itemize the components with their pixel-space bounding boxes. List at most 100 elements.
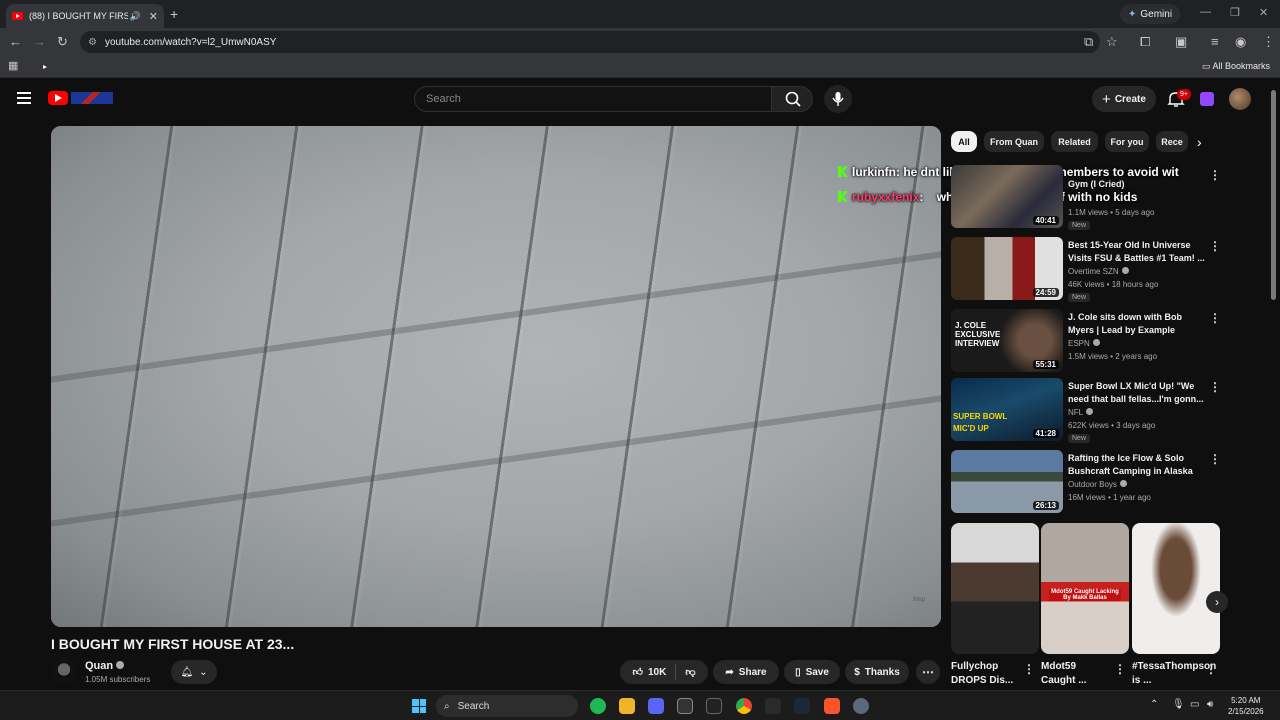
short-title[interactable]: Mdot59 Caught ... [1041, 660, 1111, 688]
close-tab-icon[interactable]: ✕ [149, 10, 158, 23]
file-explorer-icon[interactable] [619, 698, 635, 714]
back-arrow-icon[interactable]: ← [9, 34, 22, 49]
recommendation-title[interactable]: Super Bowl LX Mic'd Up! "We need that ba… [1068, 380, 1206, 406]
gemini-button[interactable]: ✦ Gemini [1120, 4, 1181, 24]
recommendation-title[interactable]: Gym (I Cried) [1068, 178, 1206, 191]
network-icon[interactable]: ▭ [1190, 699, 1199, 710]
chrome-icon[interactable] [736, 698, 752, 714]
steam-icon[interactable] [794, 698, 810, 714]
speaker-icon[interactable]: 🔊 [130, 11, 141, 22]
volume-icon[interactable]: 🔊︎ [1207, 699, 1213, 710]
video-thumbnail[interactable]: J. COLE EXCLUSIVE INTERVIEW 55:31 [951, 309, 1063, 372]
apps-grid-icon[interactable]: ▦ [8, 59, 18, 72]
minimize-window-button[interactable]: — [1200, 6, 1211, 18]
recommendation-channel[interactable]: ESPN [1068, 339, 1100, 348]
extension-badge-icon[interactable] [1200, 92, 1214, 106]
extensions-icon[interactable]: ⧠ [1140, 34, 1150, 50]
more-vertical-icon[interactable]: ⋮ [1209, 452, 1221, 466]
short-thumbnail[interactable]: Mdot59 Caught Lacking By Makk Ballas [1041, 523, 1129, 654]
discord-icon[interactable] [648, 698, 664, 714]
thumbs-up-icon[interactable]: 👍︎ [633, 666, 643, 678]
save-button[interactable]: ▯ Save [784, 660, 840, 684]
install-app-icon[interactable]: ⧉ [1084, 34, 1093, 50]
settings-gear-icon[interactable] [853, 698, 869, 714]
microphone-icon[interactable]: 🎙︎ [1172, 699, 1185, 710]
short-title[interactable]: Fullychop DROPS Dis... [951, 660, 1021, 688]
search-button[interactable] [771, 86, 813, 112]
recommendation-channel[interactable]: Overtime SZN [1068, 267, 1129, 276]
hamburger-menu-icon[interactable] [17, 92, 31, 104]
windows-start-icon[interactable] [412, 699, 426, 713]
more-vertical-icon[interactable]: ⋮ [1114, 662, 1126, 676]
youtube-logo[interactable] [48, 91, 68, 105]
doodle-logo[interactable] [71, 92, 113, 104]
recommendation-title[interactable]: Rafting the Ice Flow & Solo Bushcraft Ca… [1068, 452, 1206, 478]
share-button[interactable]: ➦ Share [713, 660, 779, 684]
recommendation-title[interactable]: J. Cole sits down with Bob Myers | Lead … [1068, 311, 1206, 337]
account-avatar[interactable] [1229, 88, 1251, 110]
short-thumbnail[interactable] [951, 523, 1039, 654]
chip-all[interactable]: All [951, 131, 977, 152]
chip-from-quan[interactable]: From Quan [984, 131, 1044, 152]
maximize-window-button[interactable]: ❐ [1230, 6, 1240, 19]
side-panel-icon[interactable]: ▣ [1175, 34, 1187, 50]
recommendation-item[interactable]: 24:59 Best 15-Year Old In Universe Visit… [951, 237, 1226, 303]
address-bar[interactable]: ⚙ youtube.com/watch?v=l2_UmwN0ASY [80, 31, 1100, 53]
close-window-button[interactable]: ✕ [1259, 6, 1268, 19]
short-title[interactable]: #TessaThompson is ... [1132, 660, 1216, 688]
reload-icon[interactable]: ↻ [57, 34, 68, 50]
more-vertical-icon[interactable]: ⋮ [1209, 168, 1221, 182]
site-info-icon[interactable]: ⚙ [88, 37, 97, 48]
video-thumbnail[interactable]: 24:59 [951, 237, 1063, 300]
forward-arrow-icon[interactable]: → [33, 34, 46, 49]
thumbs-down-icon[interactable]: 👎︎ [685, 666, 695, 678]
more-vertical-icon[interactable]: ⋮ [1209, 311, 1221, 325]
system-clock[interactable]: 5:20 AM 2/15/2026 [1228, 695, 1264, 717]
more-vertical-icon[interactable]: ⋮ [1209, 380, 1221, 394]
app-icon[interactable] [677, 698, 693, 714]
profile-icon[interactable]: ◉ [1235, 34, 1246, 50]
video-thumbnail[interactable]: SUPER BOWL MIC'D UP 41:28 [951, 378, 1063, 441]
search-input[interactable]: Search [414, 86, 772, 112]
video-thumbnail[interactable]: 40:41 [951, 165, 1063, 228]
like-count[interactable]: 10K [648, 667, 666, 678]
epic-games-icon[interactable] [706, 698, 722, 714]
recommendation-item[interactable]: 26:13 Rafting the Ice Flow & Solo Bushcr… [951, 450, 1226, 516]
more-vertical-icon[interactable]: ⋮ [1205, 662, 1217, 676]
recommendation-channel[interactable]: Outdoor Boys [1068, 480, 1127, 489]
create-button[interactable]: + Create [1092, 86, 1156, 112]
recommendation-item[interactable]: J. COLE EXCLUSIVE INTERVIEW 55:31 J. Col… [951, 309, 1226, 375]
recommendation-title[interactable]: Best 15-Year Old In Universe Visits FSU … [1068, 239, 1206, 265]
shorts-next-button[interactable]: › [1206, 591, 1228, 613]
chevron-right-icon[interactable]: › [1197, 134, 1202, 150]
short-thumbnail[interactable] [1132, 523, 1220, 654]
app-icon[interactable] [765, 698, 781, 714]
browser-menu-icon[interactable]: ⋮ [1262, 34, 1275, 50]
recommendation-item[interactable]: 40:41 Gym (I Cried) 1.1M views • 5 days … [951, 165, 1226, 231]
new-tab-button[interactable]: + [170, 6, 178, 22]
thanks-button[interactable]: $ Thanks [845, 660, 909, 684]
more-vertical-icon[interactable]: ⋮ [1209, 239, 1221, 253]
reading-list-icon[interactable]: ≡ [1211, 34, 1219, 49]
brave-icon[interactable] [824, 698, 840, 714]
browser-tab[interactable]: (88) I BOUGHT MY FIRST HOUSE 🔊 ✕ [6, 4, 164, 28]
page-scrollbar[interactable] [1271, 90, 1276, 300]
recommendation-channel[interactable]: NFL [1068, 408, 1094, 417]
subscription-bell-button[interactable]: 🔔︎ ⌄ [171, 660, 217, 684]
chip-related[interactable]: Related [1051, 131, 1098, 152]
video-thumbnail[interactable]: 26:13 [951, 450, 1063, 513]
video-player[interactable]: Xmp [51, 126, 941, 627]
more-vertical-icon[interactable]: ⋮ [1023, 662, 1035, 676]
chip-for-you[interactable]: For you [1105, 131, 1149, 152]
all-bookmarks-link[interactable]: ▭ All Bookmarks [1202, 61, 1270, 72]
more-actions-button[interactable]: ⋯ [916, 660, 940, 684]
recommendation-item[interactable]: SUPER BOWL MIC'D UP 41:28 Super Bowl LX … [951, 378, 1226, 444]
voice-search-button[interactable] [824, 85, 852, 113]
chip-recent[interactable]: Rece [1156, 131, 1188, 152]
spotify-icon[interactable] [590, 698, 606, 714]
tray-overflow-icon[interactable]: ⌃ [1150, 699, 1158, 710]
channel-avatar[interactable] [51, 659, 77, 685]
taskbar-search[interactable]: ⌕ Search [436, 695, 578, 717]
channel-name[interactable]: Quan [85, 660, 125, 672]
bookmark-star-icon[interactable]: ☆ [1106, 34, 1118, 50]
